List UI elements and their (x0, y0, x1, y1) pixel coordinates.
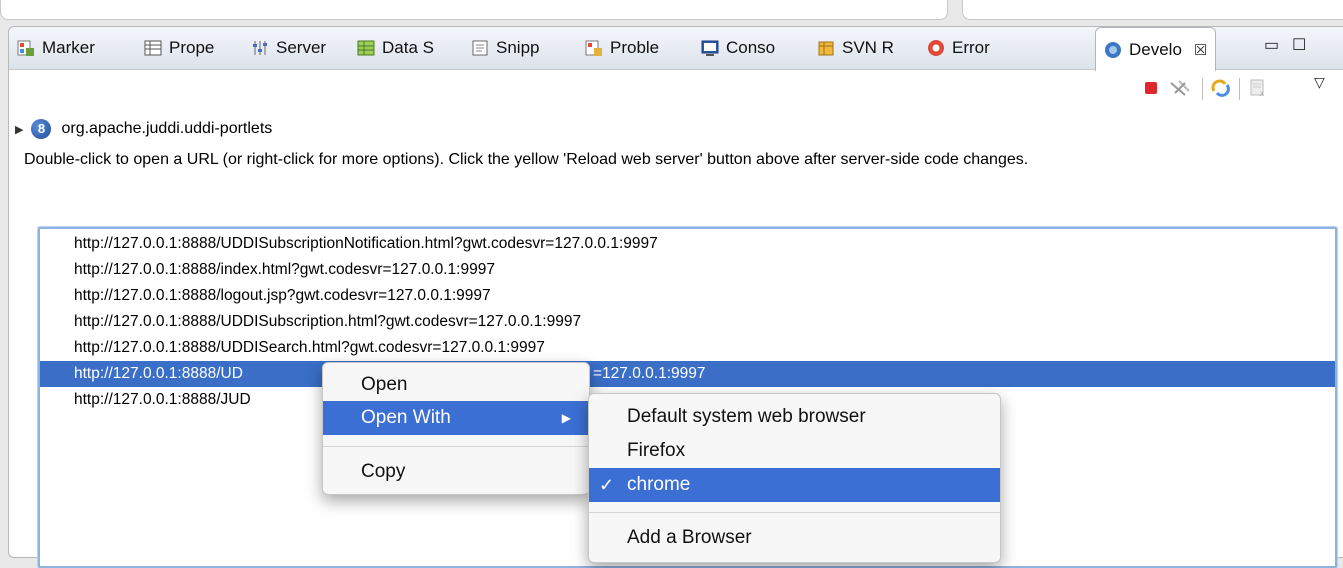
remove-launch-button[interactable] (1169, 79, 1190, 97)
selected-url-end: =127.0.0.1:9997 (593, 365, 706, 382)
clear-log-icon[interactable]: x (1249, 79, 1267, 98)
tab-snippets[interactable]: Snipp (471, 27, 539, 69)
marker-icon (17, 39, 35, 57)
project-tree-row[interactable]: ▶ 8 org.apache.juddi.uddi-portlets (15, 116, 272, 142)
tab-development-mode[interactable]: Develo ☒ (1095, 27, 1217, 71)
tab-properties[interactable]: Prope (144, 27, 214, 69)
tab-console[interactable]: Conso (701, 27, 775, 69)
stop-server-button[interactable] (1142, 79, 1160, 97)
tab-markers[interactable]: Marker (17, 27, 95, 69)
tab-servers[interactable]: Server (251, 27, 326, 69)
console-icon (701, 39, 719, 57)
gwt-project-icon: 8 (31, 119, 52, 139)
url-list-item[interactable]: http://127.0.0.1:8888/UDDISubscription.h… (40, 309, 1335, 335)
copy-menu-item[interactable]: Copy (323, 455, 589, 489)
tab-label: Marker (42, 38, 95, 57)
tab-error-log[interactable]: Error (927, 27, 990, 69)
toolbar-separator (1239, 78, 1240, 100)
top-panels (0, 0, 1343, 22)
default-browser-menu-item[interactable]: Default system web browser (589, 400, 1000, 434)
tab-data-source[interactable]: Data S (357, 27, 434, 69)
selected-url-start: http://127.0.0.1:8888/UD (74, 365, 243, 382)
error-icon (927, 39, 945, 57)
url-list-item[interactable]: http://127.0.0.1:8888/logout.jsp?gwt.cod… (40, 283, 1335, 309)
tab-label: SVN R (842, 38, 894, 57)
tab-label: Snipp (496, 38, 540, 57)
project-name: org.apache.juddi.uddi-portlets (61, 120, 273, 137)
view-tab-bar: Marker Prope Server Data S Snipp Proble … (9, 27, 1343, 71)
tab-label: Conso (726, 38, 776, 57)
url-list-item[interactable]: http://127.0.0.1:8888/UDDISubscriptionNo… (40, 231, 1335, 257)
toolbar-separator (1202, 78, 1203, 100)
context-menu: Open Open With ▶ Copy (322, 362, 590, 495)
tab-label: Data S (382, 38, 434, 57)
menu-separator (323, 446, 589, 447)
reload-web-server-icon[interactable] (1211, 79, 1230, 97)
url-list-item[interactable]: http://127.0.0.1:8888/index.html?gwt.cod… (40, 257, 1335, 283)
gwt-icon (1104, 41, 1122, 59)
menu-separator (589, 512, 1000, 513)
maximize-view-button[interactable]: ☐ (1292, 35, 1306, 55)
tab-svn-repositories[interactable]: SVN R (817, 27, 894, 69)
instructions-text: Double-click to open a URL (or right-cli… (24, 151, 1029, 168)
top-editor-panel-left (0, 0, 948, 20)
check-icon: ✓ (599, 475, 615, 495)
disclosure-triangle-icon[interactable]: ▶ (15, 123, 23, 136)
tab-label: Server (276, 38, 327, 57)
tab-label: Proble (610, 38, 660, 57)
url-list-item-selected[interactable]: http://127.0.0.1:8888/UD =127.0.0.1:9997 (40, 361, 1335, 387)
view-menu-icon[interactable]: ▽ (1314, 74, 1325, 91)
open-with-menu-item[interactable]: Open With ▶ (323, 401, 589, 435)
problems-icon (585, 39, 603, 57)
firefox-menu-item[interactable]: Firefox (589, 434, 1000, 468)
tab-label: Prope (169, 38, 215, 57)
submenu-arrow-icon: ▶ (561, 411, 571, 425)
server-icon (251, 39, 269, 57)
close-tab-icon[interactable]: ☒ (1194, 41, 1207, 59)
svn-icon (817, 39, 835, 57)
top-editor-panel-right (962, 0, 1343, 20)
open-with-label: Open With (361, 407, 451, 428)
view-toolbar: x ▽ (9, 70, 1343, 104)
tab-problems[interactable]: Proble (585, 27, 659, 69)
url-list-item[interactable]: http://127.0.0.1:8888/UDDISearch.html?gw… (40, 335, 1335, 361)
properties-icon (144, 39, 162, 57)
data-source-icon (357, 39, 375, 57)
open-with-submenu: Default system web browser Firefox ✓ chr… (588, 393, 1001, 563)
tab-label: Develo (1129, 39, 1182, 59)
open-menu-item[interactable]: Open (323, 368, 589, 402)
minimize-view-button[interactable]: ▭ (1264, 35, 1279, 55)
snippets-icon (471, 39, 489, 57)
chrome-menu-item[interactable]: ✓ chrome (589, 468, 1000, 502)
add-browser-menu-item[interactable]: Add a Browser (589, 521, 1000, 555)
svg-text:x: x (1260, 89, 1264, 97)
tab-label: Error (952, 38, 990, 57)
chrome-label: chrome (627, 474, 691, 495)
